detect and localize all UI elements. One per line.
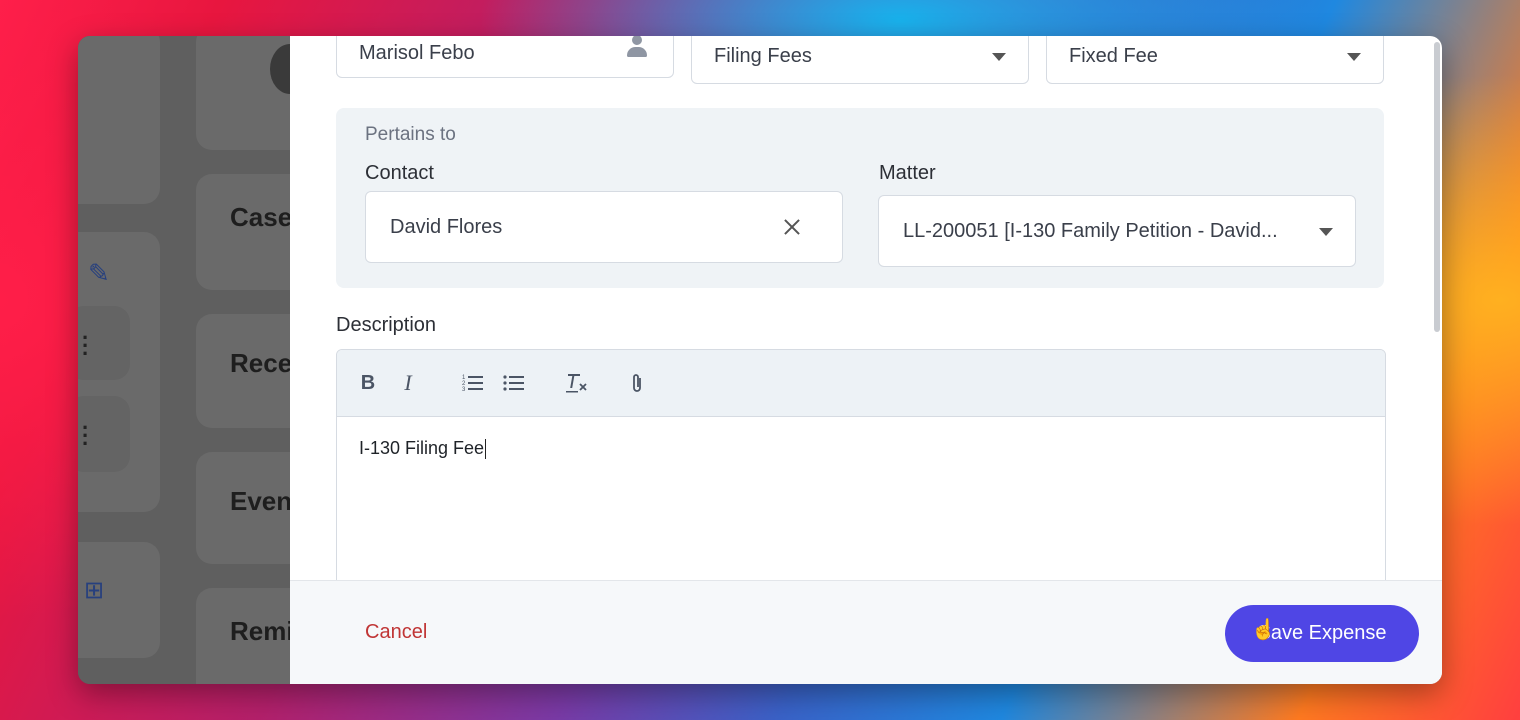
chevron-down-icon [1347,53,1361,61]
paperclip-icon [633,374,641,392]
app-window: ✎ · · · · · · ⊞ Case Rece Even Remi Marisol … [78,36,1442,684]
svg-text:3: 3 [462,387,466,393]
bg-card-title: Remi [230,616,294,646]
chevron-down-icon [992,53,1006,61]
category-value: Filing Fees [714,44,812,67]
clear-format-button[interactable] [565,370,589,396]
billing-type-value: Fixed Fee [1069,44,1158,67]
matter-value: LL-200051 [I-130 Family Petition - David… [903,219,1278,242]
italic-button[interactable]: I [399,370,417,396]
bg-panel [78,36,160,204]
description-editor[interactable]: B I 1 2 3 I-130 Filing Fee [336,349,1386,591]
ordered-list-button[interactable]: 1 2 3 [461,370,485,396]
modal-scrollbar[interactable] [1432,36,1442,580]
background-app: ✎ · · · · · · ⊞ Case Rece Even Remi [78,36,316,684]
matter-select[interactable]: LL-200051 [I-130 Family Petition - David… [878,195,1356,267]
billing-type-select[interactable]: Fixed Fee [1046,36,1384,84]
chevron-down-icon [1319,228,1333,236]
more-icon: · · · [82,415,90,456]
clear-format-icon [566,374,587,393]
category-select[interactable]: Filing Fees [691,36,1029,84]
cancel-button[interactable]: Cancel [365,621,427,644]
bullet-list-button[interactable] [502,370,526,396]
matter-label: Matter [879,162,936,184]
contact-field[interactable]: David Flores [365,191,843,263]
bg-card-title: Case [230,202,293,232]
modal-footer: Cancel Save Expense ☝ [290,580,1442,684]
attach-button[interactable] [627,370,647,396]
pertains-to-label: Pertains to [365,124,456,145]
description-label: Description [336,314,437,336]
contact-label: Contact [365,162,434,184]
assignee-value: Marisol Febo [359,41,475,64]
scrollbar-thumb[interactable] [1434,42,1440,332]
person-icon [627,36,647,61]
pertains-to-section: Pertains to Contact Matter David Flores … [336,108,1384,288]
add-apps-icon: ⊞ [84,577,105,604]
text-cursor [485,439,487,460]
edit-icon: ✎ [88,258,110,288]
contact-value: David Flores [390,215,503,238]
editor-toolbar: B I 1 2 3 [337,350,1385,417]
ordered-list-icon: 1 2 3 [462,375,483,393]
clear-icon[interactable] [782,217,802,237]
editor-content[interactable]: I-130 Filing Fee [359,438,487,460]
more-icon: · · · [82,325,90,366]
bullet-list-icon [503,375,524,391]
hand-cursor-icon: ☝ [1251,619,1276,641]
bg-card-title: Rece [230,348,293,378]
assignee-field[interactable]: Marisol Febo [336,36,674,78]
add-expense-modal: Marisol Febo Filing Fees Fixed Fee Perta… [290,36,1442,684]
description-text: I-130 Filing Fee [359,438,485,458]
bold-button[interactable]: B [357,370,379,396]
bg-card-title: Even [230,486,293,516]
